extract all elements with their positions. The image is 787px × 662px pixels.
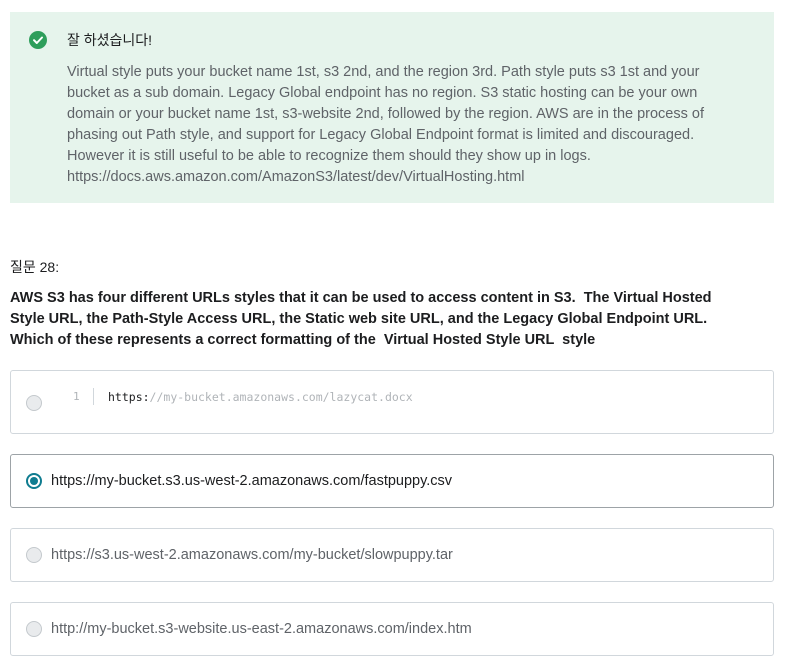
code-line-number: 1 xyxy=(73,390,80,403)
answer-option-4[interactable]: http://my-bucket.s3-website.us-east-2.am… xyxy=(10,602,774,656)
answer-option-1[interactable]: 1 https://my-bucket.amazonaws.com/lazyca… xyxy=(10,370,774,434)
feedback-line: bucket as a sub domain. Legacy Global en… xyxy=(67,85,698,101)
code-gutter-divider xyxy=(93,388,94,405)
answer-option-3[interactable]: https://s3.us-west-2.amazonaws.com/my-bu… xyxy=(10,528,774,582)
answer-option-2[interactable]: https://my-bucket.s3.us-west-2.amazonaws… xyxy=(10,454,774,508)
feedback-reference-link[interactable]: https://docs.aws.amazon.com/AmazonS3/lat… xyxy=(67,167,757,188)
radio-button[interactable] xyxy=(26,547,42,563)
code-url-rest: //my-bucket.amazonaws.com/lazycat.docx xyxy=(149,390,413,404)
question-line: Which of these represents a correct form… xyxy=(10,332,596,348)
option-label: https://my-bucket.s3.us-west-2.amazonaws… xyxy=(51,473,453,489)
check-circle-icon xyxy=(29,31,47,49)
radio-button-selected[interactable] xyxy=(26,473,42,489)
feedback-line: domain or your bucket name 1st, s3-websi… xyxy=(67,106,704,122)
question-number: 질문 28: xyxy=(10,259,60,275)
option-label: https://s3.us-west-2.amazonaws.com/my-bu… xyxy=(51,547,453,563)
question-prompt: AWS S3 has four different URLs styles th… xyxy=(10,288,780,351)
feedback-line: Virtual style puts your bucket name 1st,… xyxy=(67,64,700,80)
feedback-title: 잘 하셨습니다! xyxy=(67,32,153,48)
code-scheme: https: xyxy=(108,390,150,404)
feedback-panel: 잘 하셨습니다! Virtual style puts your bucket … xyxy=(10,12,774,203)
question-line: Style URL, the Path-Style Access URL, th… xyxy=(10,311,708,327)
feedback-line: phasing out Path style, and support for … xyxy=(67,127,695,143)
feedback-explanation: Virtual style puts your bucket name 1st,… xyxy=(67,62,757,188)
radio-button[interactable] xyxy=(26,621,42,637)
radio-button[interactable] xyxy=(26,395,42,411)
question-line: AWS S3 has four different URLs styles th… xyxy=(10,290,712,306)
feedback-line: However it is still useful to be able to… xyxy=(67,148,591,164)
option-label: http://my-bucket.s3-website.us-east-2.am… xyxy=(51,621,472,637)
code-snippet: https://my-bucket.amazonaws.com/lazycat.… xyxy=(108,389,413,405)
